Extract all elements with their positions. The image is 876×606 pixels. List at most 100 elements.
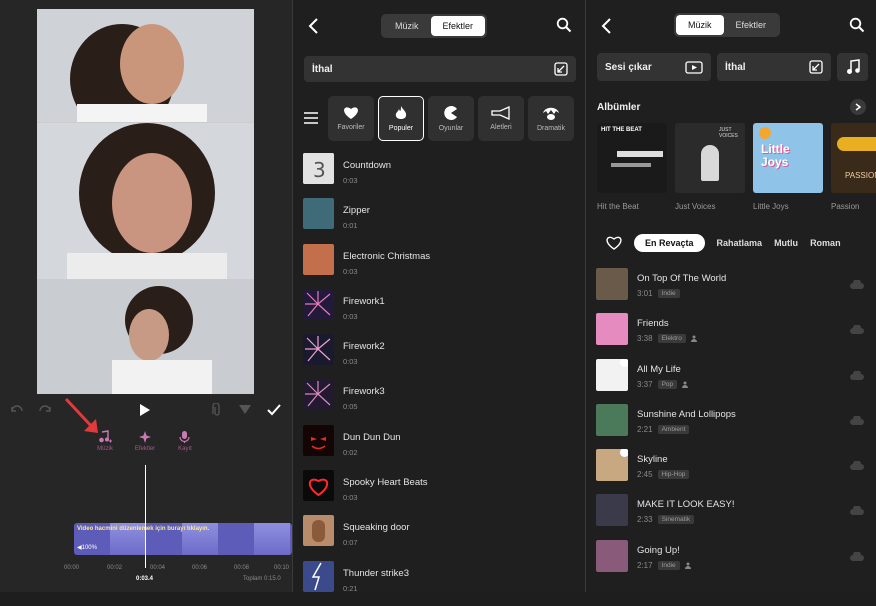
tool-label: Kayıt <box>178 446 192 452</box>
effect-duration: 0:03 <box>343 357 358 367</box>
undo-icon[interactable] <box>10 400 24 420</box>
album-cover-text: HIT THE BEAT <box>601 127 642 133</box>
list-item[interactable]: Squeaking door 0:07 <box>303 515 583 560</box>
play-icon[interactable] <box>137 400 153 420</box>
effect-name: Squeaking door <box>343 522 410 534</box>
effect-categories: Favoriler Populer Oyunlar Aletleri Drama… <box>302 95 592 141</box>
attach-icon[interactable] <box>210 400 224 420</box>
song-cover <box>596 268 628 300</box>
album-card[interactable]: PASSION Passion <box>831 123 876 211</box>
import-button[interactable]: İthal <box>717 53 831 81</box>
album-card[interactable]: Little Joys Little Joys <box>753 123 823 211</box>
list-item[interactable]: Thunder strike3 0:21 <box>303 560 583 606</box>
genre-tab-trending[interactable]: En Revaçta <box>634 234 705 252</box>
search-icon[interactable] <box>556 17 572 33</box>
list-item[interactable]: On Top Of The World 3:01 Indie <box>596 268 876 313</box>
album-cover-text: JUST VOICES <box>719 127 738 139</box>
audio-timeline-clip[interactable]: Video hacmini düzenlemek için burayı tık… <box>74 523 292 555</box>
back-icon[interactable] <box>307 16 321 36</box>
effect-thumbnail <box>303 243 334 275</box>
category-label: Dramatik <box>536 124 565 132</box>
tab-music[interactable]: Müzik <box>383 16 431 36</box>
albums-more-button[interactable] <box>850 99 866 115</box>
tab-effects[interactable]: Efektler <box>724 15 779 35</box>
record-tool-button[interactable]: Kayıt <box>170 430 200 462</box>
heart-outline-icon[interactable] <box>606 236 622 250</box>
category-favorites[interactable]: Favoriler <box>328 95 374 141</box>
genre-badge: Elektro <box>657 334 686 344</box>
song-duration: 3:01 <box>637 289 653 298</box>
premium-badge <box>620 358 628 367</box>
extract-label: Sesi çıkar <box>605 61 652 73</box>
panel-tabs: Müzik Efektler <box>381 14 488 38</box>
download-cloud-icon[interactable] <box>850 506 864 516</box>
genre-badge: Pop <box>657 379 678 389</box>
download-cloud-icon[interactable] <box>850 370 864 381</box>
microphone-plus-icon <box>179 431 190 443</box>
video-preview[interactable] <box>37 9 254 394</box>
category-label: Aletleri <box>490 123 512 131</box>
list-item[interactable]: Skyline 2:45 Hip-Hop <box>596 449 876 494</box>
total-duration: Toplam 0:15.0 <box>243 576 281 582</box>
menu-icon[interactable] <box>304 112 318 124</box>
list-item[interactable]: Firework1 0:03 <box>303 288 583 334</box>
time-tick: 00:08 <box>234 565 250 571</box>
extract-audio-button[interactable]: Sesi çıkar <box>597 53 711 81</box>
list-item[interactable]: Electronic Christmas 0:03 <box>303 243 583 289</box>
category-label: Oyunlar <box>438 124 464 132</box>
category-dramatic[interactable]: Dramatik <box>528 95 574 141</box>
search-icon[interactable] <box>849 17 865 33</box>
song-cover <box>596 313 628 346</box>
video-frame-1 <box>37 9 254 122</box>
genre-tab-happy[interactable]: Mutlu <box>774 238 798 248</box>
redo-icon[interactable] <box>38 400 52 420</box>
filter-icon[interactable] <box>237 400 253 420</box>
album-card[interactable]: JUST VOICES Just Voices <box>675 123 745 211</box>
list-item[interactable]: Firework3 0:05 <box>303 379 583 424</box>
effects-tool-button[interactable]: Efektler <box>130 430 160 462</box>
confirm-icon[interactable] <box>266 400 282 420</box>
download-cloud-icon[interactable] <box>850 461 864 471</box>
tab-music[interactable]: Müzik <box>676 15 724 35</box>
effect-thumbnail <box>303 560 334 592</box>
song-duration: 3:38 <box>637 334 653 344</box>
album-name: Just Voices <box>675 202 716 211</box>
genre-tab-romantic[interactable]: Roman <box>810 238 841 248</box>
collab-icon <box>682 381 689 388</box>
list-item[interactable]: Going Up! 2:17 Indie <box>596 539 876 585</box>
song-duration: 3:37 <box>637 379 653 389</box>
tab-effects[interactable]: Efektler <box>430 16 486 36</box>
category-games[interactable]: Oyunlar <box>428 95 474 141</box>
genre-badge: Sinematik <box>657 515 695 525</box>
list-item[interactable]: MAKE IT LOOK EASY! 2:33 Sinematik <box>596 494 876 539</box>
list-item[interactable]: Dun Dun Dun 0:02 <box>303 424 583 470</box>
song-title: Friends <box>637 318 669 330</box>
list-item[interactable]: Friends 3:38 Elektro <box>596 313 876 358</box>
import-button[interactable]: İthal <box>304 56 576 82</box>
back-icon[interactable] <box>600 16 614 36</box>
editor-tools: Müzik Efektler Kayıt <box>90 430 200 462</box>
music-note-button[interactable] <box>837 53 868 81</box>
list-item[interactable]: Zipper 0:01 <box>303 198 583 243</box>
effects-list: 3 Countdown 0:03 Zipper 0:01 Electronic Chr… <box>303 153 583 606</box>
collab-icon <box>690 335 697 343</box>
effect-thumbnail <box>303 515 334 547</box>
playhead[interactable] <box>145 465 146 568</box>
list-item[interactable]: Sunshine And Lollipops 2:21 Ambient <box>596 403 876 449</box>
download-cloud-icon[interactable] <box>850 551 864 562</box>
song-duration: 2:17 <box>637 560 653 570</box>
download-cloud-icon[interactable] <box>850 415 864 426</box>
category-instruments[interactable]: Aletleri <box>478 95 524 141</box>
album-card[interactable]: HIT THE BEAT Hit the Beat <box>597 123 667 211</box>
volume-value: 100% <box>81 545 97 551</box>
time-tick: 00:10 <box>274 565 290 571</box>
music-tool-button[interactable]: Müzik <box>90 430 120 462</box>
list-item[interactable]: All My Life 3:37 Pop <box>596 358 876 404</box>
download-cloud-icon[interactable] <box>850 325 864 335</box>
list-item[interactable]: Firework2 0:03 <box>303 334 583 379</box>
category-popular[interactable]: Populer <box>378 95 424 141</box>
list-item[interactable]: 3 Countdown 0:03 <box>303 153 583 198</box>
download-cloud-icon[interactable] <box>850 280 864 290</box>
genre-tab-relax[interactable]: Rahatlama <box>717 238 763 248</box>
list-item[interactable]: Spooky Heart Beats 0:03 <box>303 470 583 515</box>
